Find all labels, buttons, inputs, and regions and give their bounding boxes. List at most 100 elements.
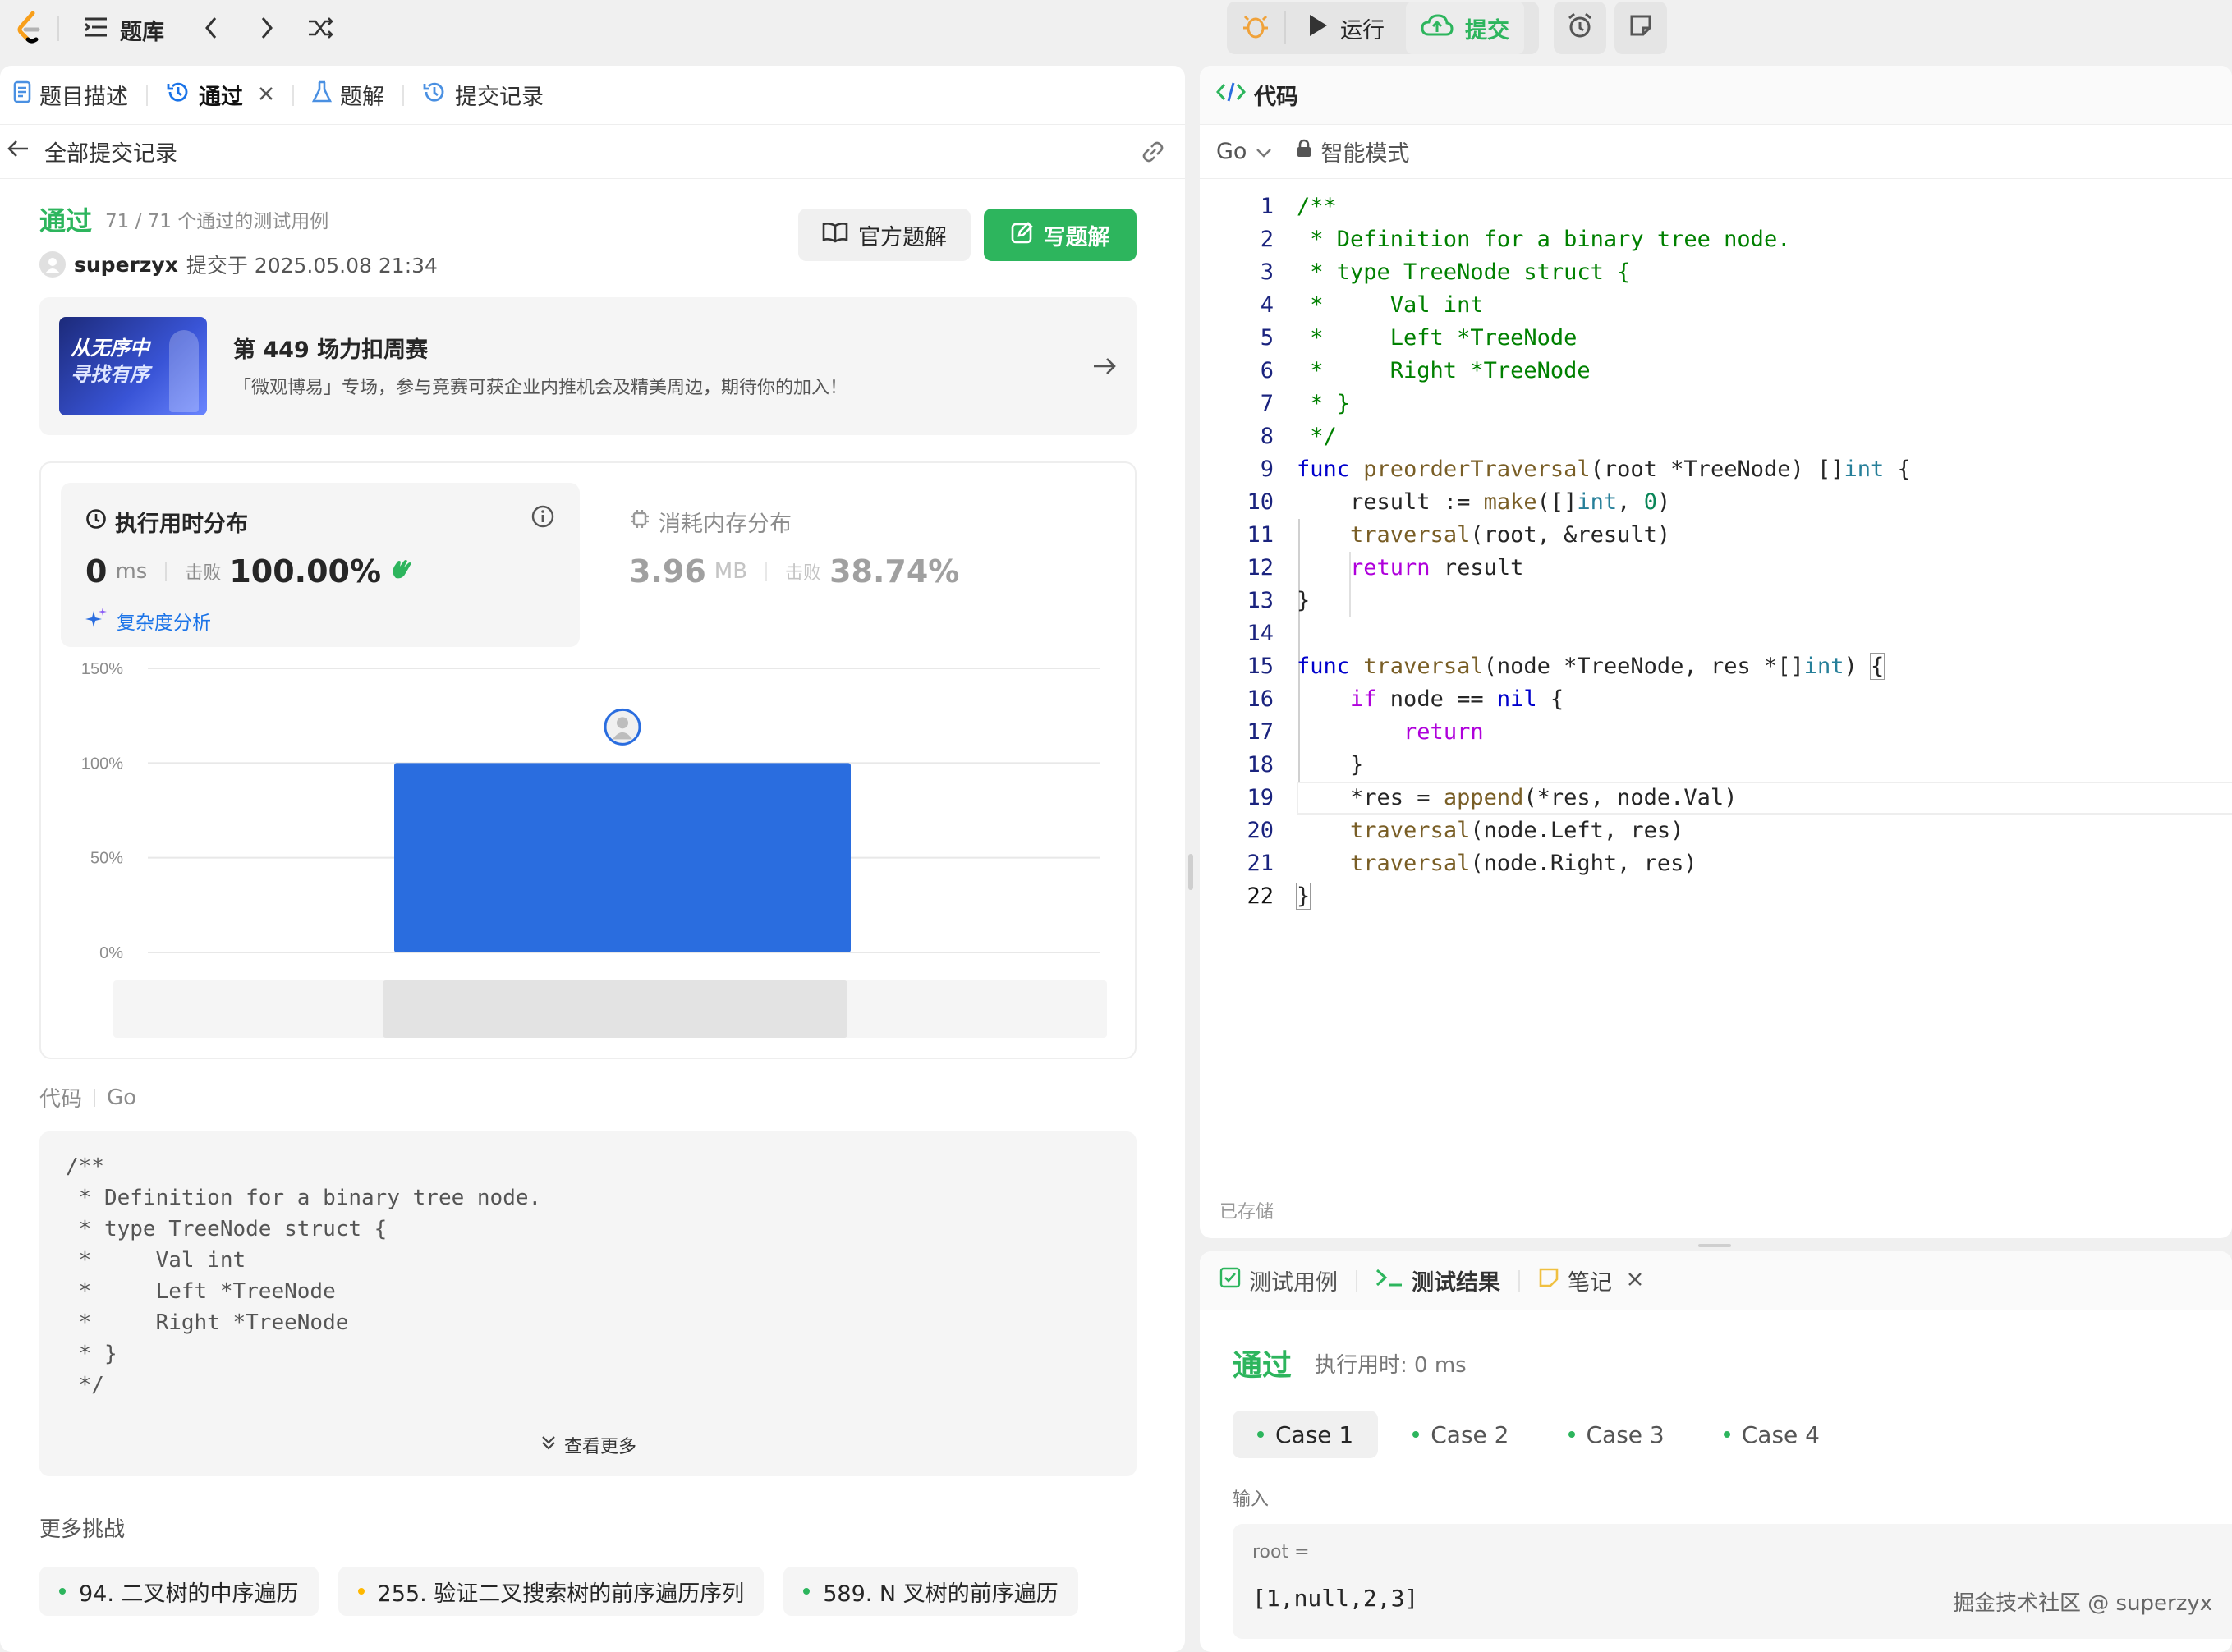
challenge-chip[interactable]: 255. 验证二叉搜索树的前序遍历序列 (338, 1567, 765, 1616)
lock-icon (1296, 139, 1312, 164)
challenge-chip[interactable]: 94. 二叉树的中序遍历 (39, 1567, 319, 1616)
case-tab-label: Case 2 (1431, 1420, 1509, 1448)
editor-tabbar: 代码 (1200, 66, 2232, 125)
chevron-down-icon (1255, 140, 1273, 164)
tab-passed[interactable]: 通过 (166, 79, 274, 111)
complexity-analysis-link[interactable]: 复杂度分析 (85, 606, 211, 635)
code-content[interactable]: /** * Definition for a binary tree node.… (1295, 190, 1911, 913)
y-tick-label: 150% (81, 660, 123, 678)
smart-mode-toggle[interactable]: 智能模式 (1296, 135, 1409, 167)
leetcode-logo[interactable] (13, 10, 46, 46)
book-icon (822, 222, 848, 249)
document-icon (13, 80, 31, 109)
arrow-right-icon[interactable] (1092, 356, 1117, 382)
user-avatar-marker (604, 708, 641, 746)
play-icon (1307, 13, 1329, 44)
panel-resize-handle[interactable] (1188, 854, 1193, 890)
run-label: 运行 (1340, 17, 1385, 44)
editor-panel: 代码 Go 智能模式 1 2 3 4 5 6 7 8 9 10 11 12 13 14 15 16 17 18 19… (1200, 66, 2232, 1238)
more-challenges-title: 更多挑战 (39, 1517, 126, 1542)
difficulty-dot (357, 1588, 365, 1595)
memory-card[interactable]: 消耗内存分布 3.96 MB 击败 38.74% (604, 483, 1114, 647)
chart-bar[interactable] (394, 763, 851, 952)
difficulty-dot (803, 1588, 811, 1595)
back-row[interactable]: 全部提交记录 (0, 125, 1185, 179)
line-number: 1 (1260, 194, 1274, 219)
input-variable-name: root = (1252, 1542, 1310, 1563)
code-preview-text: /** * Definition for a binary tree node.… (66, 1151, 541, 1401)
tab-solutions[interactable]: 题解 (311, 79, 384, 111)
tab-test-result[interactable]: 测试结果 (1375, 1264, 1500, 1296)
left-tabbar: 题目描述 通过 题解 提交记录 (0, 66, 1185, 125)
shuffle-icon[interactable] (307, 15, 335, 47)
line-number: 8 (1260, 424, 1274, 449)
link-icon[interactable] (1139, 140, 1167, 170)
panel-resize-handle[interactable] (1698, 1244, 1731, 1247)
next-problem-icon[interactable] (256, 15, 276, 47)
tab-submissions-label: 提交记录 (455, 85, 544, 110)
stats-card: 执行用时分布 0 ms 击败 100.00% 复杂度分析 消耗内存分布 3.96… (39, 461, 1137, 1059)
close-icon[interactable] (258, 82, 274, 108)
prev-problem-icon[interactable] (202, 15, 222, 47)
official-solution-button[interactable]: 官方题解 (798, 209, 971, 261)
smart-mode-label: 智能模式 (1320, 141, 1410, 167)
watermark: 掘金技术社区 @ superzyx (1953, 1591, 2213, 1616)
line-number: 19 (1247, 785, 1274, 810)
clap-icon (389, 557, 414, 587)
arrow-left-icon[interactable] (7, 139, 30, 164)
case-tab[interactable]: Case 4 (1699, 1411, 1844, 1458)
code-icon (1215, 81, 1247, 108)
line-number: 11 (1247, 522, 1274, 548)
username[interactable]: superzyx (74, 253, 178, 277)
divider (292, 84, 294, 106)
divider (402, 84, 404, 106)
info-icon[interactable] (530, 504, 555, 535)
y-tick-label: 0% (99, 944, 123, 962)
case-tab[interactable]: Case 1 (1233, 1411, 1379, 1458)
runtime-unit: ms (115, 559, 148, 584)
show-more-button[interactable]: 查看更多 (39, 1432, 1137, 1458)
case-tab[interactable]: Case 3 (1544, 1411, 1689, 1458)
language-select[interactable]: Go (1216, 139, 1273, 164)
code-preview-line: */ (66, 1373, 104, 1397)
save-status: 已存储 (1219, 1202, 1274, 1223)
note-button[interactable] (1614, 2, 1667, 54)
line-number: 17 (1247, 719, 1274, 745)
tab-testcase[interactable]: 测试用例 (1219, 1264, 1338, 1296)
problem-list-button[interactable]: 题库 (84, 11, 164, 48)
run-submit-group: 运行 提交 (1227, 2, 1539, 54)
contest-banner[interactable]: 从无序中 寻找有序 第 449 场力扣周赛 「微观博易」专场，参与竞赛可获企业内… (39, 297, 1137, 435)
y-tick-label: 100% (81, 755, 123, 773)
code-preview-line: * Definition for a binary tree node. (66, 1186, 542, 1210)
tab-testcase-label: 测试用例 (1249, 1270, 1338, 1296)
language-select-value: Go (1216, 139, 1247, 164)
tab-submissions[interactable]: 提交记录 (422, 79, 544, 111)
runtime-card[interactable]: 执行用时分布 0 ms 击败 100.00% 复杂度分析 (61, 483, 580, 647)
tab-description[interactable]: 题目描述 (13, 79, 128, 111)
timer-button[interactable] (1554, 2, 1606, 54)
checkbox-icon (1219, 1267, 1241, 1294)
run-button[interactable]: 运行 (1286, 12, 1406, 44)
line-number: 12 (1247, 555, 1274, 580)
cloud-upload-icon (1421, 13, 1454, 44)
case-tab[interactable]: Case 2 (1388, 1411, 1533, 1458)
editor-title: 代码 (1254, 85, 1298, 110)
challenge-chip[interactable]: 589. N 叉树的前序遍历 (783, 1567, 1078, 1616)
contest-description: 「微观博易」专场，参与竞赛可获企业内推机会及精美周边，期待你的加入！ (233, 378, 848, 398)
line-number: 21 (1247, 851, 1274, 876)
memory-beats-label: 击败 (785, 563, 822, 584)
memory-beats-value: 38.74% (829, 553, 960, 590)
chart-range-slider[interactable] (383, 980, 847, 1038)
status-passed: 通过 (39, 205, 93, 236)
tab-notes[interactable]: 笔记 (1538, 1264, 1643, 1296)
submit-button[interactable]: 提交 (1406, 2, 1524, 54)
test-tabbar: 测试用例 测试结果 笔记 (1200, 1251, 2232, 1310)
tab-solutions-label: 题解 (340, 85, 384, 110)
code-editor[interactable]: 1 2 3 4 5 6 7 8 9 10 11 12 13 14 15 16 17 18 19 20 21 22 /** … (1200, 190, 2232, 995)
write-solution-button[interactable]: 写题解 (984, 209, 1137, 261)
close-icon[interactable] (1627, 1268, 1643, 1293)
avatar[interactable] (39, 251, 66, 278)
debug-button[interactable] (1227, 11, 1284, 45)
line-number: 10 (1247, 489, 1274, 515)
code-preview-line: /** (66, 1154, 104, 1179)
